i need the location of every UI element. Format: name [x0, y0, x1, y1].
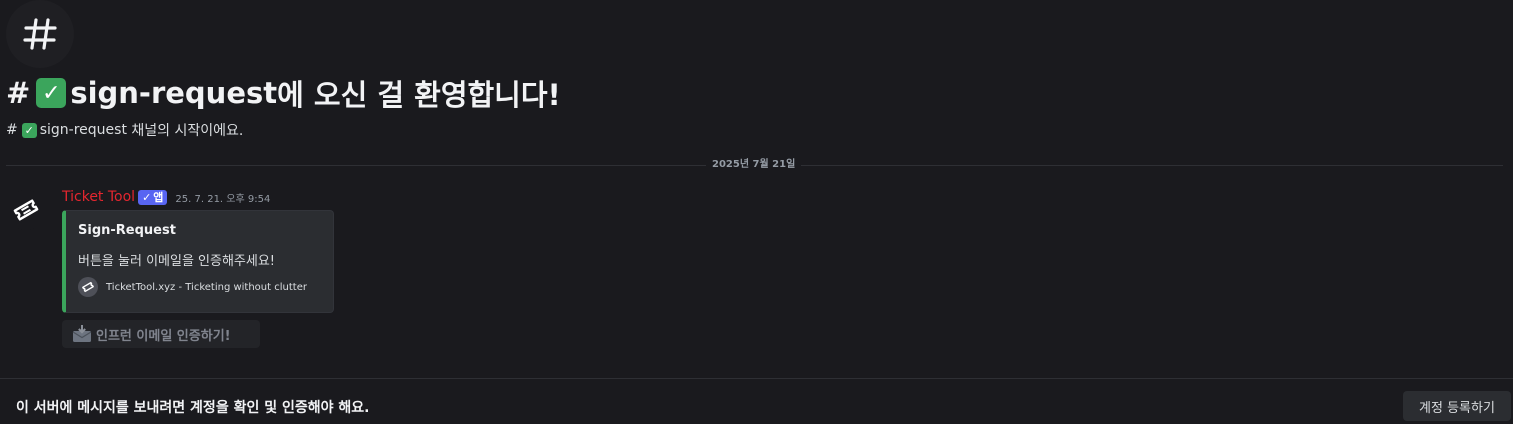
sub-hash-symbol: # — [6, 122, 18, 138]
welcome-suffix: 에 오신 걸 환영합니다! — [277, 78, 561, 112]
welcome-title: # ✓ sign-request 에 오신 걸 환영합니다! — [6, 74, 561, 112]
envelope-inbox-icon — [72, 325, 92, 343]
app-badge: ✓ 앱 — [138, 189, 168, 205]
avatar[interactable] — [6, 190, 46, 230]
check-emoji-icon: ✓ — [36, 78, 67, 108]
app-badge-label: 앱 — [153, 191, 164, 204]
message-header: Ticket Tool ✓ 앱 25. 7. 21. 오후 9:54 — [62, 187, 270, 207]
channel-hash-icon — [6, 0, 74, 68]
channel-start-text: # ✓ sign-request 채널의 시작이에요. — [6, 120, 243, 140]
embed-description: 버튼을 눌러 이메일을 인증해주세요! — [78, 254, 276, 269]
embed-footer-text: TicketTool.xyz - Ticketing without clutt… — [106, 281, 307, 293]
check-emoji-icon: ✓ — [21, 122, 37, 138]
ticket-icon — [13, 199, 39, 221]
verification-notice: 이 서버에 메시지를 보내려면 계정을 확인 및 인증해야 해요. — [16, 400, 370, 416]
hash-icon — [23, 18, 57, 50]
date-divider-label: 2025년 7월 21일 — [706, 157, 802, 173]
channel-name: sign-request — [70, 76, 278, 110]
ticket-icon — [78, 277, 98, 297]
embed-title: Sign-Request — [78, 223, 176, 238]
channel-view: # ✓ sign-request 에 오신 걸 환영합니다! # ✓ sign-… — [0, 0, 1513, 424]
message-timestamp: 25. 7. 21. 오후 9:54 — [175, 193, 271, 205]
verify-email-button[interactable]: 인프런 이메일 인증하기! — [62, 320, 260, 348]
message-embed: Sign-Request 버튼을 눌러 이메일을 인증해주세요! TicketT… — [62, 210, 334, 313]
register-account-button[interactable]: 계정 등록하기 — [1403, 391, 1511, 421]
sub-channel-name: sign-request — [39, 122, 127, 138]
author-name[interactable]: Ticket Tool — [62, 189, 135, 205]
sub-start-suffix: 채널의 시작이에요. — [126, 123, 244, 139]
message-bar: 이 서버에 메시지를 보내려면 계정을 확인 및 인증해야 해요. 계정 등록하… — [0, 378, 1513, 424]
verified-check-icon: ✓ — [142, 190, 152, 204]
verify-email-button-label: 인프런 이메일 인증하기! — [96, 328, 231, 344]
title-hash-symbol: # — [6, 76, 31, 110]
embed-footer: TicketTool.xyz - Ticketing without clutt… — [78, 277, 307, 297]
